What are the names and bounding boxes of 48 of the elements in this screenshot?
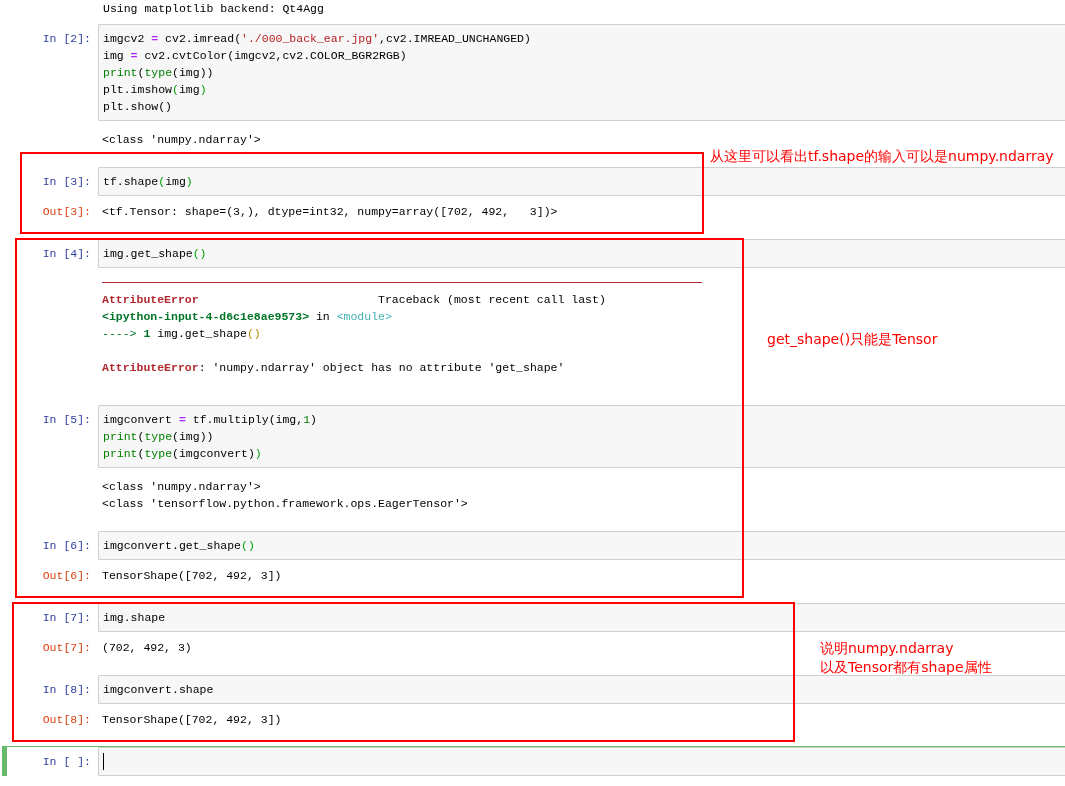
output-prompt: Out[8]: [42,713,91,726]
code-editor[interactable]: imgconvert.shape [98,675,1065,704]
input-prompt: In [ ]: [42,755,91,768]
output-line: AttributeError Traceback (most recent call last) [102,292,607,308]
annotation-text: 从这里可以看出tf.shape的输入可以是numpy.ndarray [710,147,1054,166]
code-editor[interactable]: imgconvert.get_shape() [98,531,1065,560]
output-line: <class 'numpy.ndarray'> [102,132,261,148]
code-line: imgcv2 = cv2.imread('./000_back_ear.jpg',cv2.IMREAD_UNCHANGED) [103,31,532,47]
code-line: img.shape [103,610,167,626]
input-prompt: In [5]: [42,413,91,426]
output-line: (702, 492, 3) [102,640,192,656]
code-line: img = cv2.cvtColor(imgcv2,cv2.COLOR_BGR2RGB) [103,48,408,64]
output-prompt: Out[7]: [42,641,91,654]
output-line: <class 'tensorflow.python.framework.ops.EagerTensor'> [102,496,468,512]
code-line: plt.show() [103,99,173,115]
code-line: plt.imshow(img) [103,82,208,98]
output-line: <class 'numpy.ndarray'> [102,479,262,495]
code-editor[interactable]: img.shape [98,603,1065,632]
input-prompt: In [4]: [42,247,91,260]
code-line: imgconvert.shape [103,682,215,698]
code-line: tf.shape(img) [103,174,194,190]
input-prompt: In [6]: [42,539,91,552]
code-line: print(type(imgconvert)) [103,446,263,462]
code-editor[interactable]: tf.shape(img) [98,167,1065,196]
code-line: img.get_shape() [103,246,208,262]
code-editor[interactable]: imgconvert = tf.multiply(img,1) print(type(img)) print(type(imgconvert)) [98,405,1065,468]
output-line: <ipython-input-4-d6c1e8ae9573> in <module> [102,309,393,325]
output-prompt: Out[6]: [42,569,91,582]
output-line: ----> 1 img.get_shape() [102,326,262,342]
input-prompt: In [8]: [42,683,91,696]
output-line: TensorShape([702, 492, 3]) [102,568,282,584]
code-line: print(type(img)) [103,429,215,445]
code-line: imgconvert.get_shape() [103,538,256,554]
annotation-text: get_shape()只能是Tensor [767,330,938,349]
output-prompt: Out[3]: [42,205,91,218]
code-editor[interactable] [98,747,1065,776]
input-prompt: In [2]: [42,32,91,45]
code-editor[interactable]: img.get_shape() [98,239,1065,268]
input-prompt: In [7]: [42,611,91,624]
output-line: AttributeError: 'numpy.ndarray' object has no attribute 'get_shape' [102,360,566,376]
output-line: TensorShape([702, 492, 3]) [102,712,282,728]
output-line: <tf.Tensor: shape=(3,), dtype=int32, numpy=array([702, 492, 3])> [102,204,558,220]
output-line: Using matplotlib backend: Qt4Agg [102,1,325,17]
code-editor[interactable]: imgcv2 = cv2.imread('./000_back_ear.jpg',cv2.IMREAD_UNCHANGED) img = cv2.cvtColor(imgcv2,cv2.COLOR_BGR2RGB) print(type(img)) plt.imshow(img) plt.show() [98,24,1065,121]
code-line: print(type(img)) [103,65,215,81]
code-line: imgconvert = tf.multiply(img,1) [103,412,318,428]
input-prompt: In [3]: [42,175,91,188]
annotation-text: 说明numpy.ndarray 以及Tensor都有shape属性 [820,639,992,677]
